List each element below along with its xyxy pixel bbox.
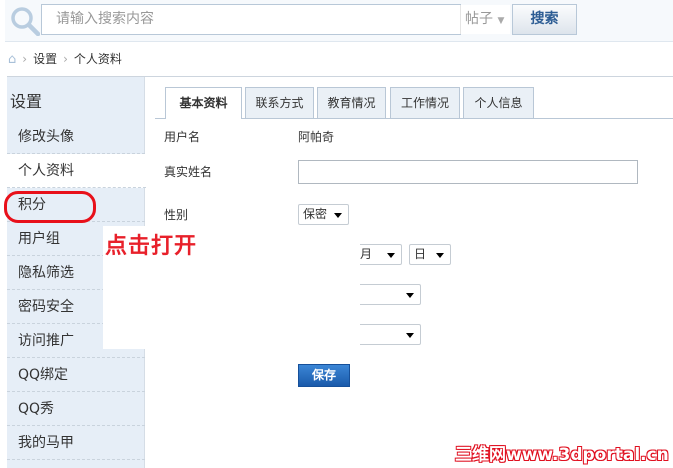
day-value: 日 bbox=[414, 247, 427, 261]
gender-select[interactable]: 保密 bbox=[298, 204, 349, 225]
watermark: 三维网www.3dportal.cn bbox=[455, 445, 669, 465]
username-value: 阿帕奇 bbox=[298, 130, 335, 144]
search-icon bbox=[11, 7, 40, 36]
breadcrumb-separator: › bbox=[22, 52, 28, 66]
search-button[interactable]: 搜索 bbox=[512, 4, 577, 35]
annotation-highlight bbox=[4, 191, 96, 223]
realname-input[interactable] bbox=[298, 160, 638, 184]
tab-personal[interactable]: 个人信息 bbox=[463, 87, 534, 118]
sidebar-title: 设置 bbox=[10, 92, 43, 111]
breadcrumb: ⌂ › 设置 › 个人资料 bbox=[8, 50, 128, 68]
gender-label: 性别 bbox=[164, 208, 189, 222]
realname-label: 真实姓名 bbox=[164, 165, 213, 179]
home-icon[interactable]: ⌂ bbox=[8, 52, 16, 67]
chevron-down-icon bbox=[406, 293, 414, 298]
username-label: 用户名 bbox=[164, 130, 201, 144]
sidebar-item-qq-bind[interactable]: QQ绑定 bbox=[7, 358, 145, 392]
chevron-down-icon bbox=[406, 333, 414, 338]
chevron-down-icon bbox=[334, 213, 342, 218]
search-scope-select[interactable]: 帖子 ▼ bbox=[460, 5, 510, 34]
tab-basic[interactable]: 基本资料 bbox=[165, 87, 242, 119]
sidebar-item-vest[interactable]: 我的马甲 bbox=[7, 426, 145, 460]
breadcrumb-separator: › bbox=[63, 52, 68, 66]
annotation-text: 点击打开 bbox=[105, 234, 198, 259]
breadcrumb-profile: 个人资料 bbox=[73, 52, 122, 66]
chevron-down-icon: ▼ bbox=[497, 16, 505, 26]
tab-education[interactable]: 教育情况 bbox=[317, 87, 386, 118]
month-value: 月 bbox=[360, 247, 373, 261]
search-input[interactable]: 请输入搜索内容 bbox=[41, 4, 461, 35]
gender-value: 保密 bbox=[303, 207, 328, 221]
birth-day-select[interactable]: 日 bbox=[409, 244, 451, 265]
chevron-down-icon bbox=[436, 253, 444, 258]
search-scope-label: 帖子 bbox=[465, 11, 493, 27]
tab-contact[interactable]: 联系方式 bbox=[245, 87, 314, 118]
sidebar-item-profile[interactable]: 个人资料 bbox=[7, 154, 146, 188]
tab-work[interactable]: 工作情况 bbox=[390, 87, 460, 118]
save-button[interactable]: 保存 bbox=[298, 364, 350, 387]
sidebar-item-avatar[interactable]: 修改头像 bbox=[7, 120, 145, 154]
sidebar-item-qq-show[interactable]: QQ秀 bbox=[7, 392, 145, 426]
birth-month-select[interactable]: 月 bbox=[355, 244, 402, 265]
chevron-down-icon bbox=[387, 253, 395, 258]
breadcrumb-settings[interactable]: 设置 bbox=[33, 52, 57, 66]
